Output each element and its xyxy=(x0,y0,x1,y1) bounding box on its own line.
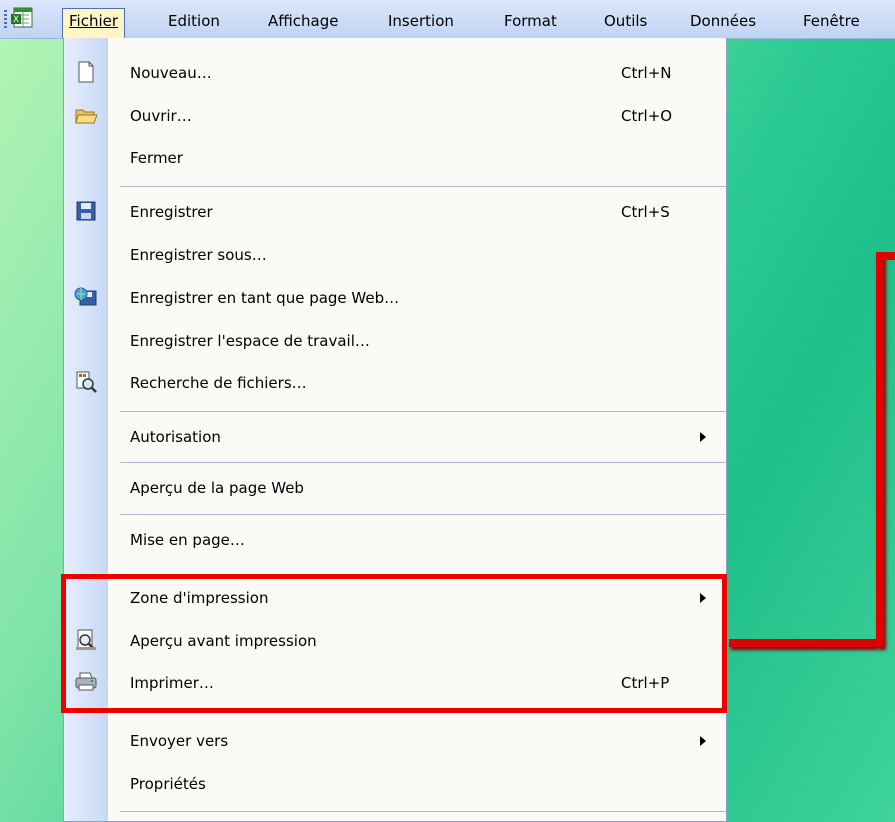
callout-connector-vertical xyxy=(876,252,884,647)
menu-item-label: Aperçu de la page Web xyxy=(130,479,304,497)
shortcut-label: Ctrl+P xyxy=(621,674,670,692)
menu-insertion[interactable]: Insertion xyxy=(382,8,460,34)
menu-item-label: Enregistrer xyxy=(130,203,213,221)
menu-item-label: Envoyer vers xyxy=(130,732,229,750)
save-disk-icon xyxy=(74,199,98,223)
menu-item-enregistrer-espace[interactable]: Enregistrer l'espace de travail… xyxy=(64,320,726,362)
menu-separator xyxy=(120,186,726,187)
submenu-arrow-icon xyxy=(700,593,706,603)
menu-affichage-label: Affichage xyxy=(268,12,339,30)
toolbar-grip[interactable] xyxy=(4,10,7,28)
fichier-dropdown-menu: Nouveau… Ctrl+N Ouvrir… Ctrl+O Fermer En… xyxy=(63,38,727,822)
shortcut-label: Ctrl+N xyxy=(621,64,672,82)
menu-item-label: Ouvrir… xyxy=(130,107,192,125)
menu-outils-label: Outils xyxy=(604,12,648,30)
menu-item-label: Autorisation xyxy=(130,428,221,446)
menu-affichage[interactable]: Affichage xyxy=(262,8,344,34)
menu-item-label: Imprimer… xyxy=(130,674,214,692)
menu-item-mise-en-page[interactable]: Mise en page… xyxy=(64,519,726,561)
menu-item-label: Nouveau… xyxy=(130,64,212,82)
menu-item-label: Mise en page… xyxy=(130,531,245,549)
menu-item-enregistrer-sous[interactable]: Enregistrer sous… xyxy=(64,234,726,276)
svg-text:X: X xyxy=(13,15,19,25)
menu-item-enregistrer[interactable]: Enregistrer Ctrl+S xyxy=(64,191,726,233)
menu-item-fermer[interactable]: Fermer xyxy=(64,137,726,179)
menu-item-label: Recherche de fichiers… xyxy=(130,374,307,392)
new-document-icon xyxy=(74,60,98,84)
menu-separator xyxy=(120,411,726,412)
menu-donnees-label: Données xyxy=(690,12,757,30)
menu-fenetre[interactable]: Fenêtre xyxy=(797,8,866,34)
submenu-arrow-icon xyxy=(700,736,706,746)
menu-fichier-label: Fichier xyxy=(69,12,119,30)
menu-item-label: Enregistrer sous… xyxy=(130,246,267,264)
menu-format[interactable]: Format xyxy=(498,8,563,34)
menu-item-ouvrir[interactable]: Ouvrir… Ctrl+O xyxy=(64,95,726,137)
submenu-arrow-icon xyxy=(700,432,706,442)
menu-item-label: Enregistrer en tant que page Web… xyxy=(130,289,400,307)
menu-item-apercu-avant-impression[interactable]: Aperçu avant impression xyxy=(64,620,726,662)
menu-item-enregistrer-page-web[interactable]: Enregistrer en tant que page Web… xyxy=(64,277,726,319)
menu-item-recherche-fichiers[interactable]: Recherche de fichiers… xyxy=(64,362,726,404)
printer-icon xyxy=(74,670,98,694)
menu-item-imprimer[interactable]: Imprimer… Ctrl+P xyxy=(64,662,726,704)
menu-format-label: Format xyxy=(504,12,557,30)
menu-item-envoyer-vers[interactable]: Envoyer vers xyxy=(64,720,726,762)
menu-separator xyxy=(120,514,726,515)
menu-item-label: Zone d'impression xyxy=(130,589,269,607)
menu-fichier[interactable]: Fichier xyxy=(62,8,126,38)
menu-item-label: Enregistrer l'espace de travail… xyxy=(130,332,370,350)
menu-edition-label: Edition xyxy=(168,12,220,30)
menu-item-nouveau[interactable]: Nouveau… Ctrl+N xyxy=(64,52,726,94)
menu-fenetre-label: Fenêtre xyxy=(803,12,860,30)
web-page-icon xyxy=(74,285,98,309)
file-search-icon xyxy=(74,370,98,394)
menu-separator xyxy=(120,811,726,812)
menu-item-apercu-page-web[interactable]: Aperçu de la page Web xyxy=(64,467,726,509)
print-preview-icon xyxy=(74,628,98,652)
menu-item-label: Fermer xyxy=(130,149,183,167)
menu-bar: X Fichier Edition Affichage Insertion Fo… xyxy=(0,0,895,39)
shortcut-label: Ctrl+O xyxy=(621,107,673,125)
menu-item-label: Propriétés xyxy=(130,775,206,793)
menu-item-autorisation[interactable]: Autorisation xyxy=(64,416,726,458)
shortcut-label: Ctrl+S xyxy=(621,203,670,221)
callout-connector-horizontal xyxy=(729,639,876,647)
menu-insertion-label: Insertion xyxy=(388,12,454,30)
menu-donnees[interactable]: Données xyxy=(684,8,762,34)
menu-item-label: Aperçu avant impression xyxy=(130,632,317,650)
menu-separator xyxy=(120,462,726,463)
menu-outils[interactable]: Outils xyxy=(598,8,653,34)
menu-item-proprietes[interactable]: Propriétés xyxy=(64,763,726,805)
menu-edition[interactable]: Edition xyxy=(162,8,226,34)
open-folder-icon xyxy=(74,103,98,127)
callout-connector-top xyxy=(876,252,895,260)
excel-app-icon[interactable]: X xyxy=(11,7,35,29)
menu-item-zone-impression[interactable]: Zone d'impression xyxy=(64,577,726,619)
